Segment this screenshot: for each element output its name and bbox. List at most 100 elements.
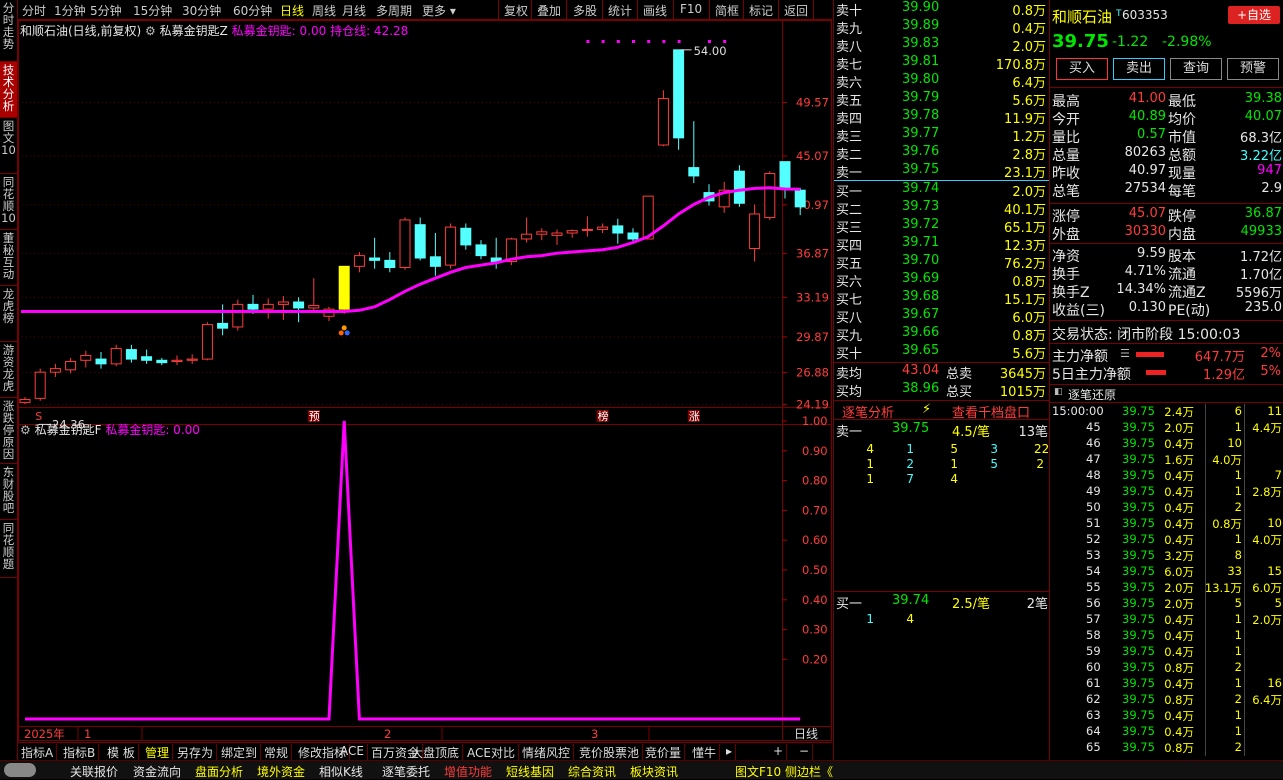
tool-5[interactable]: F10 <box>680 2 702 16</box>
indicator-tab-0[interactable]: 指标A <box>18 744 58 760</box>
status-item-7[interactable]: 短线基因 <box>506 763 554 780</box>
status-item-1[interactable]: 资金流向 <box>133 763 181 780</box>
left-tab-1[interactable]: 技术分析 <box>0 62 17 118</box>
tool-2[interactable]: 多股 <box>573 2 597 19</box>
tool-7[interactable]: 标记 <box>749 2 773 19</box>
left-tab-0[interactable]: 分时走势 <box>0 0 17 62</box>
left-tab-4[interactable]: 董秘互动 <box>0 230 17 286</box>
indicator-tab-12[interactable]: 情绪风控 <box>519 744 575 760</box>
sell-button[interactable]: 卖出 <box>1113 58 1165 80</box>
indicator-tab-16[interactable]: ▸ <box>723 744 737 760</box>
sell-level[interactable]: 卖三 39.77 1.2万 <box>834 126 1050 145</box>
indicator-tab-4[interactable]: 另存为 <box>174 744 218 760</box>
tool-6[interactable]: 简框 <box>715 2 739 19</box>
status-item-6[interactable]: 增值功能 <box>444 763 492 780</box>
buy-level[interactable]: 买五 39.70 76.2万 <box>834 253 1050 272</box>
period-10[interactable]: 更多 ▾ <box>422 2 456 19</box>
period-4[interactable]: 30分钟 <box>182 2 221 19</box>
add-watchlist-button[interactable]: +自选 <box>1228 6 1280 24</box>
status-item-10[interactable]: 图文F10 侧边栏《 <box>735 763 833 780</box>
indicator-tab-2[interactable]: 模 板 <box>104 744 139 760</box>
sell-level[interactable]: 卖五 39.79 5.6万 <box>834 90 1050 109</box>
candle-down <box>95 358 107 365</box>
indicator-tab-5[interactable]: 绑定到 <box>218 744 262 760</box>
left-tab-6[interactable]: 游资龙虎 <box>0 342 17 398</box>
status-item-2[interactable]: 盘面分析 <box>195 763 243 780</box>
toggle-switch[interactable] <box>4 763 36 777</box>
collapse-icon[interactable]: ◧ <box>1054 387 1063 397</box>
gear-icon[interactable]: ⚙ <box>145 24 156 38</box>
candle-up <box>597 226 609 230</box>
status-item-0[interactable]: 关联报价 <box>70 763 118 780</box>
left-tab-3[interactable]: 同花顺10 <box>0 174 17 230</box>
tool-8[interactable]: 返回 <box>784 2 808 19</box>
left-tab-9[interactable]: 同花顺题 <box>0 520 17 578</box>
tick-count: 1 <box>1234 468 1242 482</box>
indicator-tab-10[interactable]: 大盘顶底 <box>408 744 464 760</box>
indicator-name[interactable]: 私募金钥匙Z <box>160 24 228 38</box>
status-item-8[interactable]: 综合资讯 <box>568 763 616 780</box>
buy-level[interactable]: 买三 39.72 65.1万 <box>834 217 1050 236</box>
buy-level[interactable]: 买七 39.68 15.1万 <box>834 289 1050 308</box>
status-item-3[interactable]: 境外资金 <box>257 763 305 780</box>
query-button[interactable]: 查询 <box>1170 58 1222 80</box>
tick-volume: 0.4万 <box>1164 485 1194 499</box>
sell-level[interactable]: 卖一 39.75 23.1万 <box>834 162 1050 181</box>
tool-3[interactable]: 统计 <box>608 2 632 19</box>
buy-level[interactable]: 买二 39.73 40.1万 <box>834 199 1050 218</box>
sub-indicator-name[interactable]: 私募金钥匙F <box>35 423 102 437</box>
kline-svg[interactable]: 49.5745.0740.9736.8733.1929.8726.8824.19… <box>18 20 832 742</box>
period-2[interactable]: 5分钟 <box>90 2 122 19</box>
tool-0[interactable]: 复权 <box>504 2 528 19</box>
indicator-tab-3[interactable]: 管理 <box>142 744 174 760</box>
sell-level[interactable]: 卖六 39.80 6.4万 <box>834 72 1050 91</box>
hold-line <box>25 186 801 313</box>
period-1[interactable]: 1分钟 <box>54 2 86 19</box>
sell-level[interactable]: 卖七 39.81 170.8万 <box>834 54 1050 73</box>
indicator-tab-8[interactable]: ACE <box>337 744 368 760</box>
left-tab-2[interactable]: 图文10 <box>0 118 17 174</box>
level-volume: 0.8万 <box>1012 4 1046 19</box>
status-item-9[interactable]: 板块资讯 <box>630 763 678 780</box>
queue-order: 4 <box>866 442 874 456</box>
sell-level[interactable]: 卖八 39.83 2.0万 <box>834 36 1050 55</box>
gear-icon[interactable]: ⚙ <box>20 423 31 437</box>
buy-level[interactable]: 买九 39.66 0.8万 <box>834 325 1050 344</box>
indicator-tab-15[interactable]: 懂牛 <box>689 744 721 760</box>
sell-level[interactable]: 卖十 39.90 0.8万 <box>834 0 1050 19</box>
buy-button[interactable]: 买入 <box>1056 58 1108 80</box>
indicator-tab-11[interactable]: ACE对比 <box>464 744 519 760</box>
indicator-tab-6[interactable]: 常规 <box>261 744 293 760</box>
left-tab-8[interactable]: 东财股吧 <box>0 464 17 520</box>
indicator-tab-14[interactable]: 竞价量 <box>642 744 686 760</box>
period-0[interactable]: 分时 <box>22 2 46 19</box>
indicator-tab-18[interactable]: − <box>796 744 814 760</box>
status-item-4[interactable]: 相似K线 <box>319 763 363 780</box>
tool-4[interactable]: 画线 <box>643 2 667 19</box>
buy-level[interactable]: 买八 39.67 6.0万 <box>834 307 1050 326</box>
indicator-tab-1[interactable]: 指标B <box>60 744 100 760</box>
tool-1[interactable]: 叠加 <box>537 2 561 19</box>
buy-level[interactable]: 买六 39.69 0.8万 <box>834 271 1050 290</box>
period-7[interactable]: 周线 <box>312 2 336 19</box>
sell-level[interactable]: 卖九 39.89 0.4万 <box>834 18 1050 37</box>
sell-level[interactable]: 卖四 39.78 11.9万 <box>834 108 1050 127</box>
left-tab-7[interactable]: 涨跌停原因 <box>0 398 17 464</box>
period-5[interactable]: 60分钟 <box>233 2 272 19</box>
lightning-icon[interactable]: ⚡ <box>922 402 931 417</box>
tick-time: 61 <box>1086 676 1101 690</box>
status-item-5[interactable]: 逐笔委托 <box>382 763 430 780</box>
alert-button[interactable]: 预警 <box>1227 58 1279 80</box>
period-3[interactable]: 15分钟 <box>133 2 172 19</box>
left-tab-5[interactable]: 龙虎榜 <box>0 286 17 342</box>
buy-level[interactable]: 买四 39.71 12.3万 <box>834 235 1050 254</box>
period-9[interactable]: 多周期 <box>376 2 412 19</box>
list-icon[interactable]: ☰ <box>1120 347 1130 360</box>
buy-level[interactable]: 买一 39.74 2.0万 <box>834 181 1050 200</box>
indicator-tab-13[interactable]: 竞价股票池 <box>576 744 644 760</box>
period-6[interactable]: 日线 <box>280 2 304 19</box>
buy-level[interactable]: 买十 39.65 5.6万 <box>834 343 1050 362</box>
sell-level[interactable]: 卖二 39.76 2.8万 <box>834 144 1050 163</box>
period-8[interactable]: 月线 <box>342 2 366 19</box>
indicator-tab-17[interactable]: + <box>770 744 788 760</box>
